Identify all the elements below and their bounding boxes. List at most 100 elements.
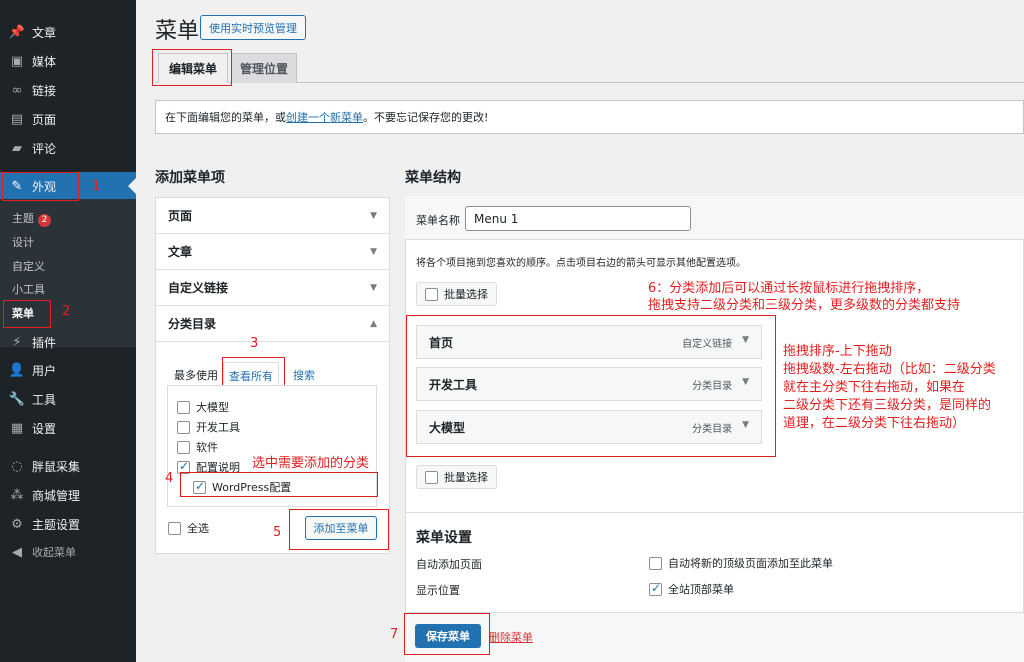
sidebar-item-label: 设置 — [32, 421, 57, 436]
highlight-box-save — [404, 613, 490, 655]
user-icon: 👤 — [8, 362, 26, 378]
settings-divider — [405, 512, 1024, 513]
select-all[interactable]: 全选 — [168, 520, 209, 536]
notice-suffix: 。不要忘记保存您的更改! — [363, 111, 489, 124]
notice-prefix: 在下面编辑您的菜单，或 — [165, 111, 286, 124]
gear-icon: ⚙ — [11, 516, 23, 532]
tab-manage-locations[interactable]: 管理位置 — [231, 53, 297, 83]
sidebar-item-label: 商城管理 — [32, 488, 81, 503]
delete-menu-link[interactable]: 删除菜单 — [489, 629, 533, 645]
sidebar-item-settings[interactable]: ▦ 设置 — [0, 414, 136, 442]
accordion-label: 自定义链接 — [168, 281, 229, 295]
annotation-drag-line2: 拖拽级数-左右拖动（比如：二级分类 — [783, 362, 996, 377]
sidebar-collapse[interactable]: ◀ 收起菜单 — [0, 538, 136, 566]
annotation-select-categories: 选中需要添加的分类 — [252, 456, 370, 471]
submenu-item-customize[interactable]: 自定义 — [12, 258, 45, 274]
sidebar-item-media[interactable]: ▣ 媒体 — [0, 47, 136, 75]
highlight-box-appearance — [2, 172, 79, 201]
tab-most-used[interactable]: 最多使用 — [174, 367, 218, 383]
sidebar-item-label: 评论 — [32, 141, 57, 156]
annotation-drag-line5: 道理，在二级分类下往右拖动） — [783, 416, 966, 431]
sidebar-item-plugins[interactable]: ⚡ 插件 — [0, 328, 136, 356]
tab-search[interactable]: 搜索 — [293, 367, 315, 383]
media-icon: ▣ — [10, 53, 24, 69]
highlight-box-menus — [3, 300, 51, 328]
accordion-posts[interactable]: 文章 ▼ — [156, 234, 389, 270]
add-menu-items-heading: 添加菜单项 — [155, 170, 225, 186]
checkbox[interactable] — [649, 556, 662, 570]
sidebar-item-pages[interactable]: ▤ 页面 — [0, 105, 136, 133]
location-option-label: 全站顶部菜单 — [668, 583, 734, 596]
category-item[interactable]: 软件 — [177, 439, 218, 455]
highlight-box-selected — [180, 472, 378, 497]
comment-icon: ▰ — [12, 140, 22, 156]
caret-up-icon: ▲ — [370, 318, 377, 329]
sidebar-item-posts[interactable]: 📌 文章 — [0, 18, 136, 46]
admin-sidebar: 📌 文章 ▣ 媒体 ∞ 链接 ▤ 页面 ▰ 评论 ✎ 外观 主题 2 设计 自定义 小工具 菜… — [0, 0, 136, 662]
checkbox[interactable] — [177, 400, 190, 414]
checkbox-checked[interactable] — [649, 581, 662, 596]
submenu-item-widgets[interactable]: 小工具 — [12, 281, 45, 297]
annotation-number-1: 1 — [92, 179, 101, 194]
location-option[interactable]: 全站顶部菜单 — [649, 581, 734, 597]
checkbox[interactable] — [177, 420, 190, 434]
checkbox[interactable] — [425, 470, 438, 484]
menu-structure-heading: 菜单结构 — [405, 170, 461, 186]
highlight-box-view-all — [222, 357, 285, 388]
sidebar-item-label: 收起菜单 — [32, 546, 76, 559]
active-pointer — [128, 178, 136, 194]
sidebar-item-users[interactable]: 👤 用户 — [0, 356, 136, 384]
notice-bar: 在下面编辑您的菜单，或 创建一个新菜单 。不要忘记保存您的更改! — [155, 100, 1024, 134]
sidebar-item-theme-settings[interactable]: ⚙ 主题设置 — [0, 510, 136, 538]
submenu-item-themes[interactable]: 主题 2 — [12, 210, 51, 227]
sidebar-item-label: 链接 — [32, 83, 57, 98]
sidebar-item-label: 文章 — [32, 25, 57, 40]
display-location-label: 显示位置 — [416, 584, 460, 597]
accordion-label: 页面 — [168, 209, 193, 223]
category-item[interactable]: 开发工具 — [177, 419, 240, 435]
accordion-pages[interactable]: 页面 ▼ — [156, 198, 389, 234]
annotation-number-3: 3 — [250, 336, 259, 351]
bulk-select-top[interactable]: 批量选择 — [416, 282, 497, 306]
annotation-number-5: 5 — [273, 525, 282, 540]
accordion-categories[interactable]: 分类目录 ▲ — [156, 306, 389, 342]
annotation-drag-line3: 就在主分类下往右拖动，如果在 — [783, 380, 966, 395]
menu-name-input[interactable]: Menu 1 — [465, 206, 691, 231]
menu-settings-heading: 菜单设置 — [416, 530, 472, 546]
menu-name-label: 菜单名称 — [416, 214, 460, 227]
create-new-menu-link[interactable]: 创建一个新菜单 — [286, 109, 363, 125]
bulk-select-bottom[interactable]: 批量选择 — [416, 465, 497, 489]
sidebar-item-label: 插件 — [32, 335, 57, 350]
bulk-select-label: 批量选择 — [444, 288, 488, 301]
sidebar-item-shop[interactable]: ⁂ 商城管理 — [0, 481, 136, 509]
highlight-box-edit-tab — [152, 49, 232, 86]
settings-icon: ▦ — [10, 420, 24, 436]
sidebar-item-fatrat[interactable]: ◌ 胖鼠采集 — [0, 452, 136, 480]
highlight-box-menu-items — [406, 315, 776, 457]
annotation-number-2: 2 — [62, 304, 71, 319]
select-all-label: 全选 — [187, 522, 209, 535]
annotation-number-7: 7 — [390, 627, 399, 642]
sidebar-item-tools[interactable]: 🔧 工具 — [0, 385, 136, 413]
live-preview-button[interactable]: 使用实时预览管理 — [200, 15, 306, 40]
category-item[interactable]: 大模型 — [177, 399, 229, 415]
mouse-icon: ◌ — [11, 458, 23, 474]
accordion-custom-links[interactable]: 自定义链接 ▼ — [156, 270, 389, 306]
highlight-box-add-button — [289, 509, 389, 550]
wrench-icon: 🔧 — [8, 391, 26, 407]
checkbox[interactable] — [177, 440, 190, 454]
accordion-label: 分类目录 — [168, 317, 217, 331]
checkbox[interactable] — [168, 521, 181, 535]
sidebar-item-links[interactable]: ∞ 链接 — [0, 76, 136, 104]
caret-down-icon: ▼ — [370, 246, 377, 257]
category-label: 软件 — [196, 441, 218, 454]
collapse-icon: ◀ — [12, 544, 22, 560]
submenu-item-design[interactable]: 设计 — [12, 234, 34, 250]
update-badge: 2 — [38, 214, 51, 227]
auto-add-option[interactable]: 自动将新的顶级页面添加至此菜单 — [649, 555, 833, 571]
sidebar-item-comments[interactable]: ▰ 评论 — [0, 134, 136, 162]
checkbox[interactable] — [425, 287, 438, 301]
shop-icon: ⁂ — [10, 487, 24, 503]
sidebar-item-label: 工具 — [32, 392, 57, 407]
sidebar-item-label: 页面 — [32, 112, 57, 127]
